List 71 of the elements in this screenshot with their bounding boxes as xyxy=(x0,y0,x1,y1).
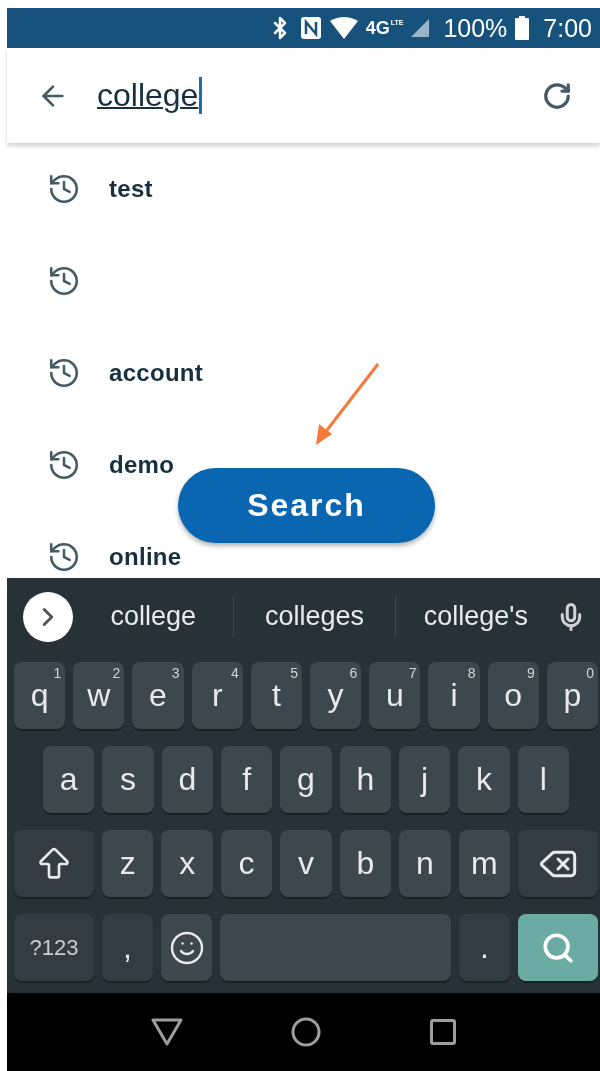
keyboard-key[interactable]: a xyxy=(43,746,95,813)
history-icon xyxy=(47,540,81,574)
clock-time: 7:00 xyxy=(543,13,592,43)
search-icon xyxy=(541,930,575,965)
key-hint: 4 xyxy=(231,665,239,681)
keyboard-key[interactable]: j xyxy=(398,746,451,813)
history-item[interactable]: demo xyxy=(109,451,175,479)
nfc-icon xyxy=(299,16,322,40)
word-suggestion[interactable]: colleges xyxy=(234,596,395,637)
keyboard-key[interactable]: i 8 xyxy=(428,662,480,729)
key-hint: 1 xyxy=(53,665,62,681)
keyboard-key[interactable]: x xyxy=(161,830,213,897)
keyboard-key[interactable]: z xyxy=(102,830,154,897)
keyboard-key[interactable]: y 6 xyxy=(310,662,362,729)
back-triangle-icon[interactable] xyxy=(151,1018,184,1046)
shift-key[interactable] xyxy=(14,830,94,897)
keyboard-key[interactable]: o 9 xyxy=(487,662,539,729)
refresh-icon xyxy=(542,80,572,111)
square-icon[interactable] xyxy=(429,1019,456,1045)
key-hint: 7 xyxy=(408,665,417,681)
battery-icon xyxy=(515,16,530,40)
search-input[interactable]: college xyxy=(97,77,203,114)
search-button[interactable]: Search xyxy=(178,468,435,543)
emoji-key[interactable] xyxy=(161,914,212,981)
word-suggestion[interactable]: college xyxy=(73,596,234,637)
key-hint: 8 xyxy=(467,665,476,681)
keyboard-key[interactable]: h xyxy=(339,746,391,813)
history-icon xyxy=(47,172,81,206)
key-hint: 0 xyxy=(586,665,595,681)
signal-icon xyxy=(411,19,430,37)
symbols-key[interactable]: ?123 xyxy=(14,914,94,981)
keyboard-key[interactable]: w 2 xyxy=(73,662,125,729)
history-item[interactable]: account xyxy=(109,359,204,387)
key-hint: 6 xyxy=(349,665,358,681)
keyboard-key[interactable]: s xyxy=(102,746,154,813)
smiley-icon xyxy=(168,929,205,966)
keyboard-key[interactable]: b xyxy=(339,830,392,897)
backspace-key[interactable] xyxy=(517,830,598,897)
keyboard-key[interactable]: d xyxy=(161,746,213,813)
history-item[interactable]: test xyxy=(109,175,153,203)
battery-level: 100% xyxy=(443,13,508,43)
keyboard-key[interactable]: g xyxy=(280,746,332,813)
keyboard-key[interactable]: u 7 xyxy=(369,662,421,729)
punctuation-key[interactable]: . xyxy=(459,914,510,981)
expand-button[interactable] xyxy=(23,591,73,642)
history-icon xyxy=(47,264,81,298)
history-icon xyxy=(47,448,81,482)
key-hint: 3 xyxy=(171,665,180,681)
keyboard-key[interactable]: e 3 xyxy=(132,662,184,729)
history-item[interactable]: online xyxy=(109,543,182,571)
history-icon xyxy=(47,356,81,390)
keyboard-key[interactable]: m xyxy=(458,830,510,897)
keyboard-key[interactable]: c xyxy=(220,830,273,897)
keyboard-key[interactable]: p 0 xyxy=(546,662,599,729)
wifi-icon xyxy=(329,17,358,39)
refresh-button[interactable] xyxy=(542,80,572,111)
keyboard-key[interactable]: r 4 xyxy=(191,662,243,729)
punctuation-key[interactable]: , xyxy=(102,914,153,981)
keyboard-key[interactable]: n xyxy=(399,830,451,897)
search-key[interactable] xyxy=(518,914,598,981)
key-hint: 2 xyxy=(112,665,121,681)
key-hint: 5 xyxy=(290,665,298,681)
keyboard-key[interactable]: q 1 xyxy=(14,662,66,729)
home-circle-icon[interactable] xyxy=(291,1017,322,1047)
keyboard-key[interactable]: f xyxy=(221,746,273,813)
key-hint: 9 xyxy=(527,665,535,681)
word-suggestion[interactable]: college's xyxy=(395,596,556,637)
keyboard-key[interactable]: v xyxy=(280,830,332,897)
keyboard-key[interactable]: t 5 xyxy=(250,662,302,729)
keyboard-key[interactable]: l xyxy=(517,746,569,813)
keyboard-key[interactable]: k xyxy=(458,746,510,813)
